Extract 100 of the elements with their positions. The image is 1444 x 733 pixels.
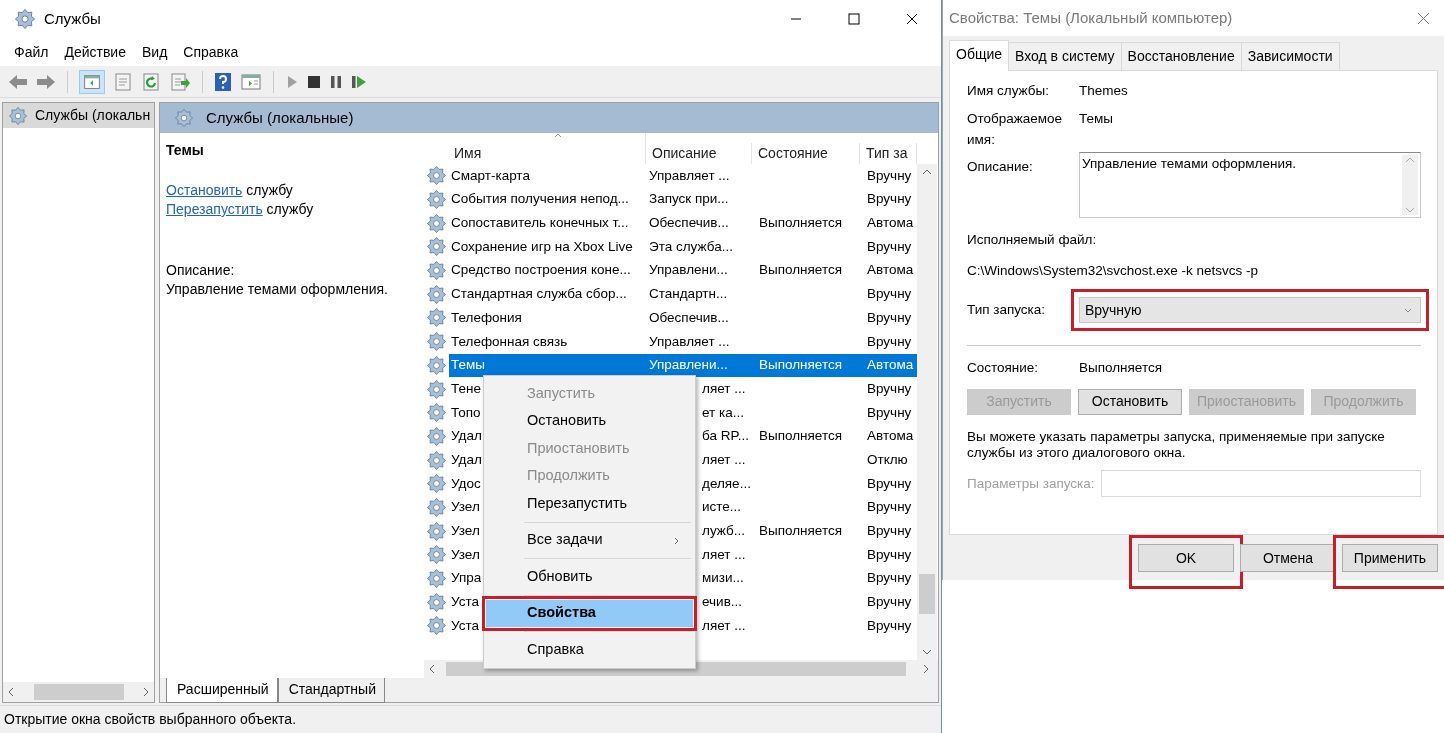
service-button[interactable]: Остановить: [1078, 388, 1182, 415]
scroll-up-icon: [1405, 156, 1415, 163]
menu-item[interactable]: Перезапустить: [486, 490, 693, 518]
table-cell-text: Вручну: [866, 166, 913, 185]
close-icon[interactable]: [906, 13, 918, 25]
menu-item[interactable]: Остановить: [486, 407, 693, 435]
table-cell-text: Отклю: [866, 450, 909, 469]
table-cell-text: Выполняется: [758, 522, 844, 541]
window-title: Службы: [44, 8, 101, 29]
field-label: Параметры запуска:: [967, 474, 1095, 493]
table-cell-text: Темы: [450, 356, 486, 375]
pane-icon[interactable]: [240, 71, 262, 92]
gear-icon: [427, 616, 446, 636]
dialog-button[interactable]: Применить: [1342, 544, 1438, 572]
table-row[interactable]: Смарт-карта Управляет ... Вручну: [449, 164, 917, 188]
back-arrow-icon[interactable]: [8, 73, 28, 90]
description-field[interactable]: Управление темами оформления.: [1079, 151, 1421, 218]
table-cell-text: Узел: [450, 545, 480, 564]
service-title: Темы: [166, 141, 205, 160]
menu-item[interactable]: Обновить: [486, 563, 693, 591]
horizontal-scrollbar[interactable]: [3, 682, 154, 702]
table-cell-text: Вручну: [866, 308, 913, 327]
table-row[interactable]: Стандартная служба сбор... Стандартн... Вручну: [449, 282, 917, 307]
description-label: Описание:: [166, 260, 236, 280]
forward-arrow-icon[interactable]: [36, 73, 56, 90]
table-cell-text: Автома: [866, 356, 915, 375]
help-icon[interactable]: [214, 71, 232, 92]
dialog-button[interactable]: Отмена: [1240, 544, 1336, 572]
column-header[interactable]: Состояние: [752, 143, 860, 164]
play-icon[interactable]: [285, 73, 299, 90]
gear-icon: [427, 450, 446, 470]
menu-item[interactable]: Справка: [486, 636, 693, 664]
scroll-down-icon: [1405, 206, 1415, 213]
resume-icon[interactable]: [351, 73, 367, 90]
menu-item[interactable]: Справка: [177, 39, 245, 65]
action-link[interactable]: Остановить: [166, 181, 243, 198]
action-link[interactable]: Перезапустить: [166, 200, 263, 217]
stop-icon[interactable]: [307, 73, 321, 90]
view-tab[interactable]: Расширенный: [166, 678, 278, 703]
table-cell-text: Вручну: [866, 237, 913, 256]
column-header[interactable]: Тип за: [860, 143, 917, 164]
pane-icon[interactable]: [79, 69, 105, 94]
tab[interactable]: Общие: [949, 40, 1010, 71]
gear-icon: [427, 213, 446, 233]
scroll-down-icon[interactable]: [922, 648, 932, 656]
table-cell-text: Смарт-карта: [450, 166, 531, 185]
gear-icon: [427, 190, 446, 210]
gear-icon: [427, 521, 446, 541]
view-tab[interactable]: Стандартный: [277, 678, 385, 703]
scroll-up-icon[interactable]: [922, 168, 932, 176]
table-cell-text: Управлени...: [648, 261, 729, 280]
table-cell-text: ляет ...: [702, 545, 747, 564]
table-row[interactable]: Сохранение игр на Xbox Live Эта служба... Вручну: [449, 235, 917, 259]
hint-text: Вы можете указать параметры запуска, применяемые при запуске службы из этого диалогового окна.: [967, 428, 1386, 463]
startup-type-dropdown[interactable]: Вручную: [1079, 297, 1421, 324]
scroll-left-icon[interactable]: [7, 687, 15, 697]
pause-icon[interactable]: [329, 73, 343, 90]
column-header[interactable]: Описание: [646, 143, 752, 164]
menu-item[interactable]: Действие: [58, 39, 132, 65]
scroll-left-icon[interactable]: [428, 664, 436, 674]
table-row[interactable]: Сопоставитель конечных т... Обеспечив... Выполняется Автома: [449, 211, 917, 236]
table-cell-text: Вручну: [866, 569, 913, 588]
field-label: Описание:: [967, 157, 1034, 176]
table-row[interactable]: Средство построения коне... Управлени... Выполняется Автома: [449, 258, 917, 283]
gear-icon: [15, 9, 35, 29]
table-row[interactable]: Телефонная связь Управляет ... Вручну: [449, 329, 917, 354]
menu-item[interactable]: Вид: [135, 39, 174, 65]
maximize-icon[interactable]: [848, 13, 860, 25]
table-cell-text: ляет ...: [702, 616, 747, 635]
table-row[interactable]: Темы Управлени... Выполняется Автома: [449, 353, 917, 378]
menu-item[interactable]: Все задачи: [486, 526, 693, 554]
refresh-icon[interactable]: [141, 71, 161, 92]
table-cell-text: События получения непод...: [450, 190, 630, 209]
tree-item[interactable]: Службы (локальн: [3, 103, 154, 128]
panel-title: Службы (локальные): [206, 107, 354, 128]
scrollbar-thumb[interactable]: [33, 684, 124, 700]
table-cell-text: Автома: [866, 214, 915, 233]
gear-icon: [427, 379, 446, 399]
table-row[interactable]: События получения непод... Запуск при... Вручну: [449, 187, 917, 212]
dialog-button[interactable]: OK: [1138, 544, 1234, 572]
field-label: Тип запуска:: [967, 301, 1047, 320]
table-row[interactable]: Телефония Обеспечив... Вручну: [449, 306, 917, 330]
scrollbar-thumb[interactable]: [919, 574, 935, 614]
table-cell-text: Автома: [866, 261, 915, 280]
table-cell-text: Автома: [866, 427, 915, 446]
table-cell-text: Вручну: [866, 498, 913, 517]
scroll-right-icon[interactable]: [142, 687, 150, 697]
tab[interactable]: Зависимости: [1240, 42, 1340, 70]
column-header[interactable]: Имя: [448, 133, 646, 164]
table-cell-text: Управлени...: [648, 356, 729, 375]
table-cell-text: Удал: [450, 427, 482, 446]
gear-icon: [427, 474, 446, 494]
table-cell-text: Стандартн...: [648, 285, 729, 304]
menu-item[interactable]: Файл: [8, 39, 55, 65]
scroll-right-icon[interactable]: [922, 664, 930, 674]
vertical-scrollbar[interactable]: [917, 164, 937, 660]
export-icon[interactable]: [169, 71, 191, 92]
field-value: Выполняется: [1079, 359, 1163, 378]
action-text: Остановить службу: [166, 180, 294, 200]
table-cell-text: Сопоставитель конечных т...: [450, 214, 630, 233]
